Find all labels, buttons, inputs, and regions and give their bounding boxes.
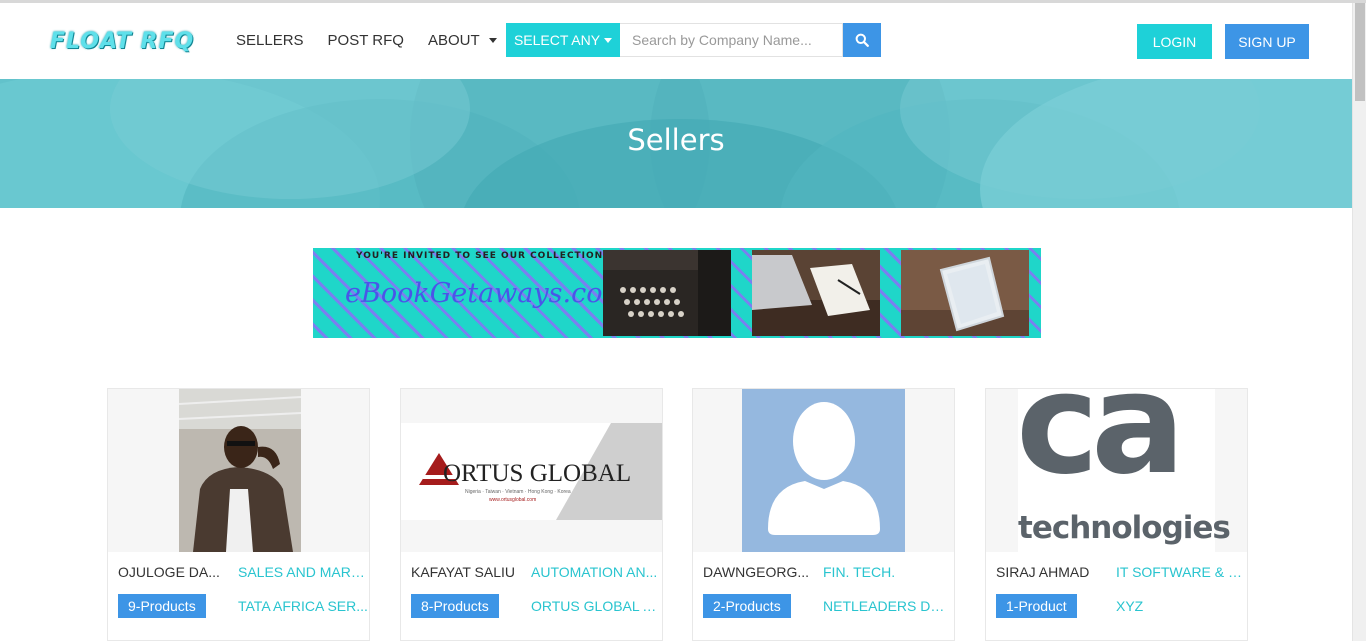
search-button[interactable] [843,23,881,57]
ca-logo-mark: ca [1016,389,1185,506]
site-logo[interactable]: FLOAT RFQ [50,29,194,54]
seller-card[interactable]: DAWNGEORG... FIN. TECH. 2-Products NETLE… [692,388,955,641]
advertisement-banner[interactable]: YOU'RE INVITED TO SEE OUR COLLECTIONS eB… [313,248,1041,338]
ortus-logo-tagline: Nigeria · Taiwan · Vietnam · Hong Kong ·… [465,489,571,495]
select-any-label: SELECT ANY [513,32,601,48]
ca-logo-word: technologies [1018,510,1231,546]
products-count-badge[interactable]: 9-Products [118,594,206,618]
seller-name[interactable]: SIRAJ AHMAD [996,564,1106,580]
search-category-select[interactable]: SELECT ANY [506,23,620,57]
nav-about-label: ABOUT [427,32,480,49]
seller-photo-person [108,389,369,552]
seller-company-link[interactable]: NETLEADERS DAS... [823,598,953,614]
nav-sellers-label: SELLERS [236,32,304,49]
page-scrollbar[interactable] [1352,3,1366,641]
seller-card[interactable]: ca technologies SIRAJ AHMAD IT SOFTWARE … [985,388,1248,641]
tablet-photo [901,250,1029,336]
seller-logo: ca technologies [986,389,1247,552]
chevron-down-icon [604,37,613,43]
ad-invite-text: YOU'RE INVITED TO SEE OUR COLLECTIONS [356,251,611,261]
typewriter-photo [603,250,731,336]
laptop-notebook-photo [752,250,880,336]
search-bar: SELECT ANY [506,23,881,57]
seller-logo: ORTUS GLOBAL Nigeria · Taiwan · Vietnam … [401,389,662,552]
page-banner: Sellers [0,79,1352,208]
ortus-logo-url: www.ortusglobal.com [489,497,537,503]
seller-category-link[interactable]: IT SOFTWARE & H... [1116,564,1246,580]
products-count-badge[interactable]: 2-Products [703,594,791,618]
seller-company-link[interactable]: TATA AFRICA SER... [238,598,368,614]
seller-category-link[interactable]: FIN. TECH. [823,564,953,580]
seller-avatar [693,389,954,552]
products-count-badge[interactable]: 1-Product [996,594,1077,618]
seller-name[interactable]: KAFAYAT SALIU [411,564,521,580]
page-title: Sellers [627,123,725,157]
site-header: FLOAT RFQ SELLERS POST RFQ ABOUT SELECT … [0,3,1352,79]
products-count-badge[interactable]: 8-Products [411,594,499,618]
ortus-logo-name: ORTUS GLOBAL [443,460,632,487]
search-input[interactable] [620,23,843,57]
signup-button[interactable]: SIGN UP [1225,24,1309,59]
default-user-icon [693,389,954,552]
chevron-down-icon [488,38,497,43]
seller-category-link[interactable]: AUTOMATION AN... [531,564,661,580]
seller-category-link[interactable]: SALES AND MARK... [238,564,368,580]
seller-name[interactable]: OJULOGE DA... [118,564,228,580]
seller-photo [108,389,369,552]
seller-company-link[interactable]: ORTUS GLOBAL A... [531,598,661,614]
login-button[interactable]: LOGIN [1137,24,1212,59]
nav-post-rfq[interactable]: POST RFQ [328,32,404,49]
scrollbar-thumb[interactable] [1355,3,1365,101]
seller-company-link[interactable]: XYZ [1116,598,1246,614]
nav-sellers[interactable]: SELLERS [236,32,304,49]
seller-card[interactable]: OJULOGE DA... SALES AND MARK... 9-Produc… [107,388,370,641]
nav-about[interactable]: ABOUT [428,32,497,49]
nav-post-rfq-label: POST RFQ [327,32,404,49]
seller-name[interactable]: DAWNGEORG... [703,564,813,580]
main-nav: SELLERS POST RFQ ABOUT [236,32,521,49]
search-icon [855,33,869,47]
seller-card[interactable]: ORTUS GLOBAL Nigeria · Taiwan · Vietnam … [400,388,663,641]
ad-brand-text: eBookGetaways.com [345,278,629,309]
